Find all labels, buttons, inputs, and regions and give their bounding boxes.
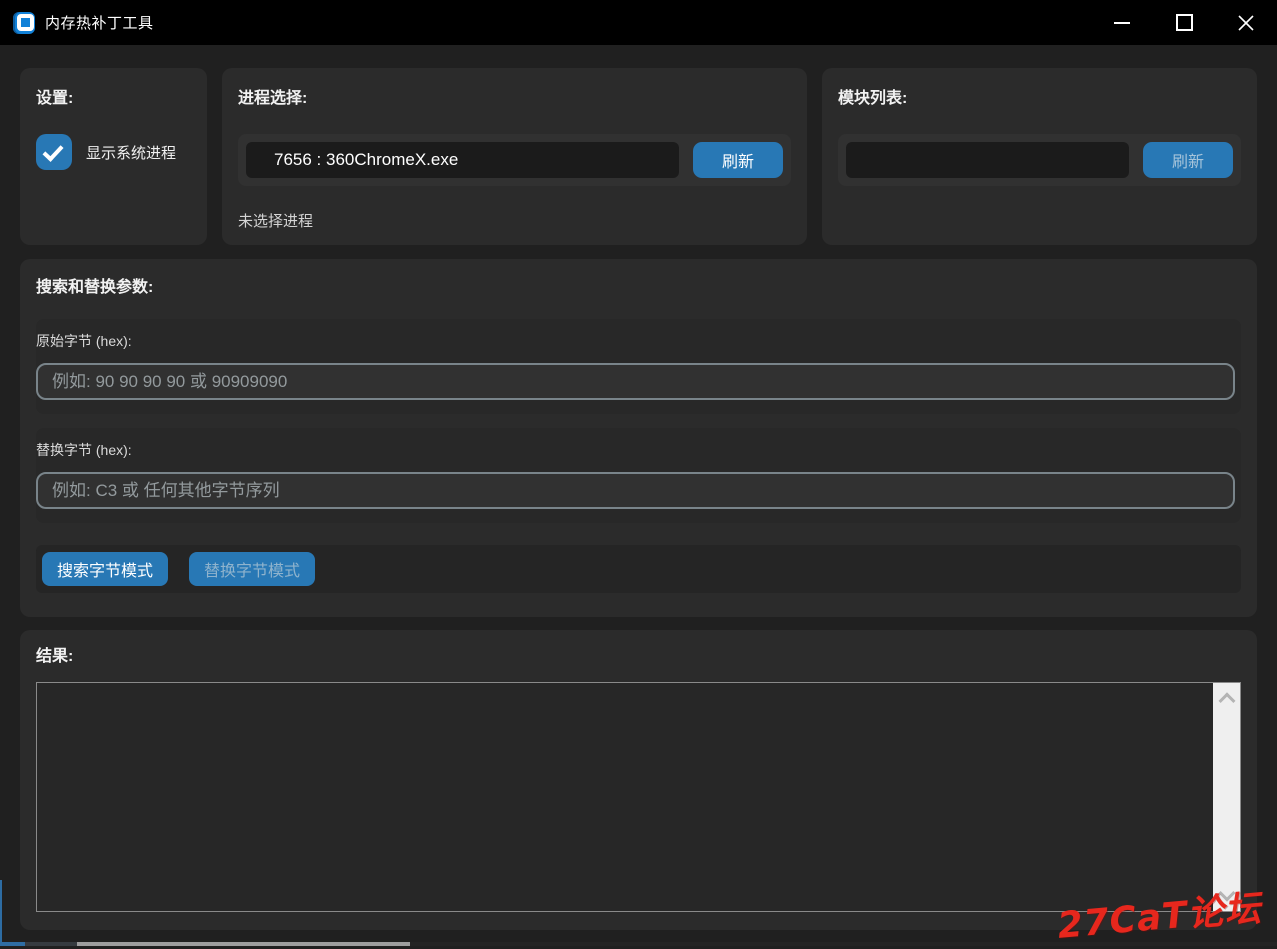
original-bytes-label: 原始字节 (hex): <box>36 331 1235 351</box>
replace-bytes-group: 替换字节 (hex): <box>36 428 1241 523</box>
top-row: 设置: 显示系统进程 进程选择: 7656 : 360ChromeX.exe 刷… <box>20 68 1257 245</box>
search-bytes-button[interactable]: 搜索字节模式 <box>42 552 168 586</box>
taskbar-segment <box>25 942 77 946</box>
app-logo-ring <box>17 14 34 31</box>
app-logo-icon <box>13 12 35 34</box>
results-heading: 结果: <box>36 648 1241 666</box>
scroll-up-icon[interactable] <box>1218 692 1235 709</box>
background-window-edge-left <box>0 880 2 946</box>
settings-panel: 设置: 显示系统进程 <box>20 68 207 245</box>
close-button[interactable] <box>1215 0 1277 45</box>
process-select-row: 7656 : 360ChromeX.exe 刷新 <box>238 134 791 186</box>
results-panel: 结果: <box>20 630 1257 930</box>
settings-heading: 设置: <box>36 90 191 108</box>
minimize-icon <box>1114 22 1130 24</box>
mode-buttons-row: 搜索字节模式 替换字节模式 <box>36 545 1241 593</box>
process-panel: 进程选择: 7656 : 360ChromeX.exe 刷新 未选择进程 <box>222 68 807 245</box>
checkmark-icon <box>42 140 63 161</box>
show-system-processes-label[interactable]: 显示系统进程 <box>86 142 176 163</box>
module-panel: 模块列表: 刷新 <box>822 68 1257 245</box>
show-system-processes-checkbox[interactable] <box>36 134 72 170</box>
module-heading: 模块列表: <box>838 90 1241 108</box>
results-scrollbar[interactable] <box>1213 683 1240 911</box>
patch-params-panel: 搜索和替换参数: 原始字节 (hex): 替换字节 (hex): 搜索字节模式 … <box>20 259 1257 617</box>
titlebar: 内存热补丁工具 <box>0 0 1277 45</box>
close-icon <box>1237 14 1255 32</box>
module-combobox[interactable] <box>846 142 1129 178</box>
original-bytes-input[interactable] <box>36 363 1235 400</box>
minimize-button[interactable] <box>1091 0 1153 45</box>
process-status-text: 未选择进程 <box>238 210 791 231</box>
process-combobox[interactable]: 7656 : 360ChromeX.exe <box>246 142 679 178</box>
module-refresh-button[interactable]: 刷新 <box>1143 142 1233 178</box>
window-controls <box>1091 0 1277 45</box>
main-content: 设置: 显示系统进程 进程选择: 7656 : 360ChromeX.exe 刷… <box>0 45 1277 946</box>
window-title: 内存热补丁工具 <box>45 12 154 33</box>
patch-params-heading: 搜索和替换参数: <box>36 279 1241 297</box>
show-system-processes-row: 显示系统进程 <box>36 134 191 170</box>
original-bytes-group: 原始字节 (hex): <box>36 319 1241 414</box>
replace-bytes-label: 替换字节 (hex): <box>36 440 1235 460</box>
replace-bytes-input[interactable] <box>36 472 1235 509</box>
process-refresh-button[interactable]: 刷新 <box>693 142 783 178</box>
module-select-row: 刷新 <box>838 134 1241 186</box>
taskbar-segment <box>77 942 410 946</box>
maximize-button[interactable] <box>1153 0 1215 45</box>
process-heading: 进程选择: <box>238 90 791 108</box>
results-output-text <box>37 683 1213 911</box>
maximize-icon <box>1176 14 1193 31</box>
taskbar-segment <box>410 942 1277 946</box>
taskbar-segment <box>0 942 25 946</box>
results-output-box[interactable] <box>36 682 1241 912</box>
replace-bytes-button[interactable]: 替换字节模式 <box>189 552 315 586</box>
